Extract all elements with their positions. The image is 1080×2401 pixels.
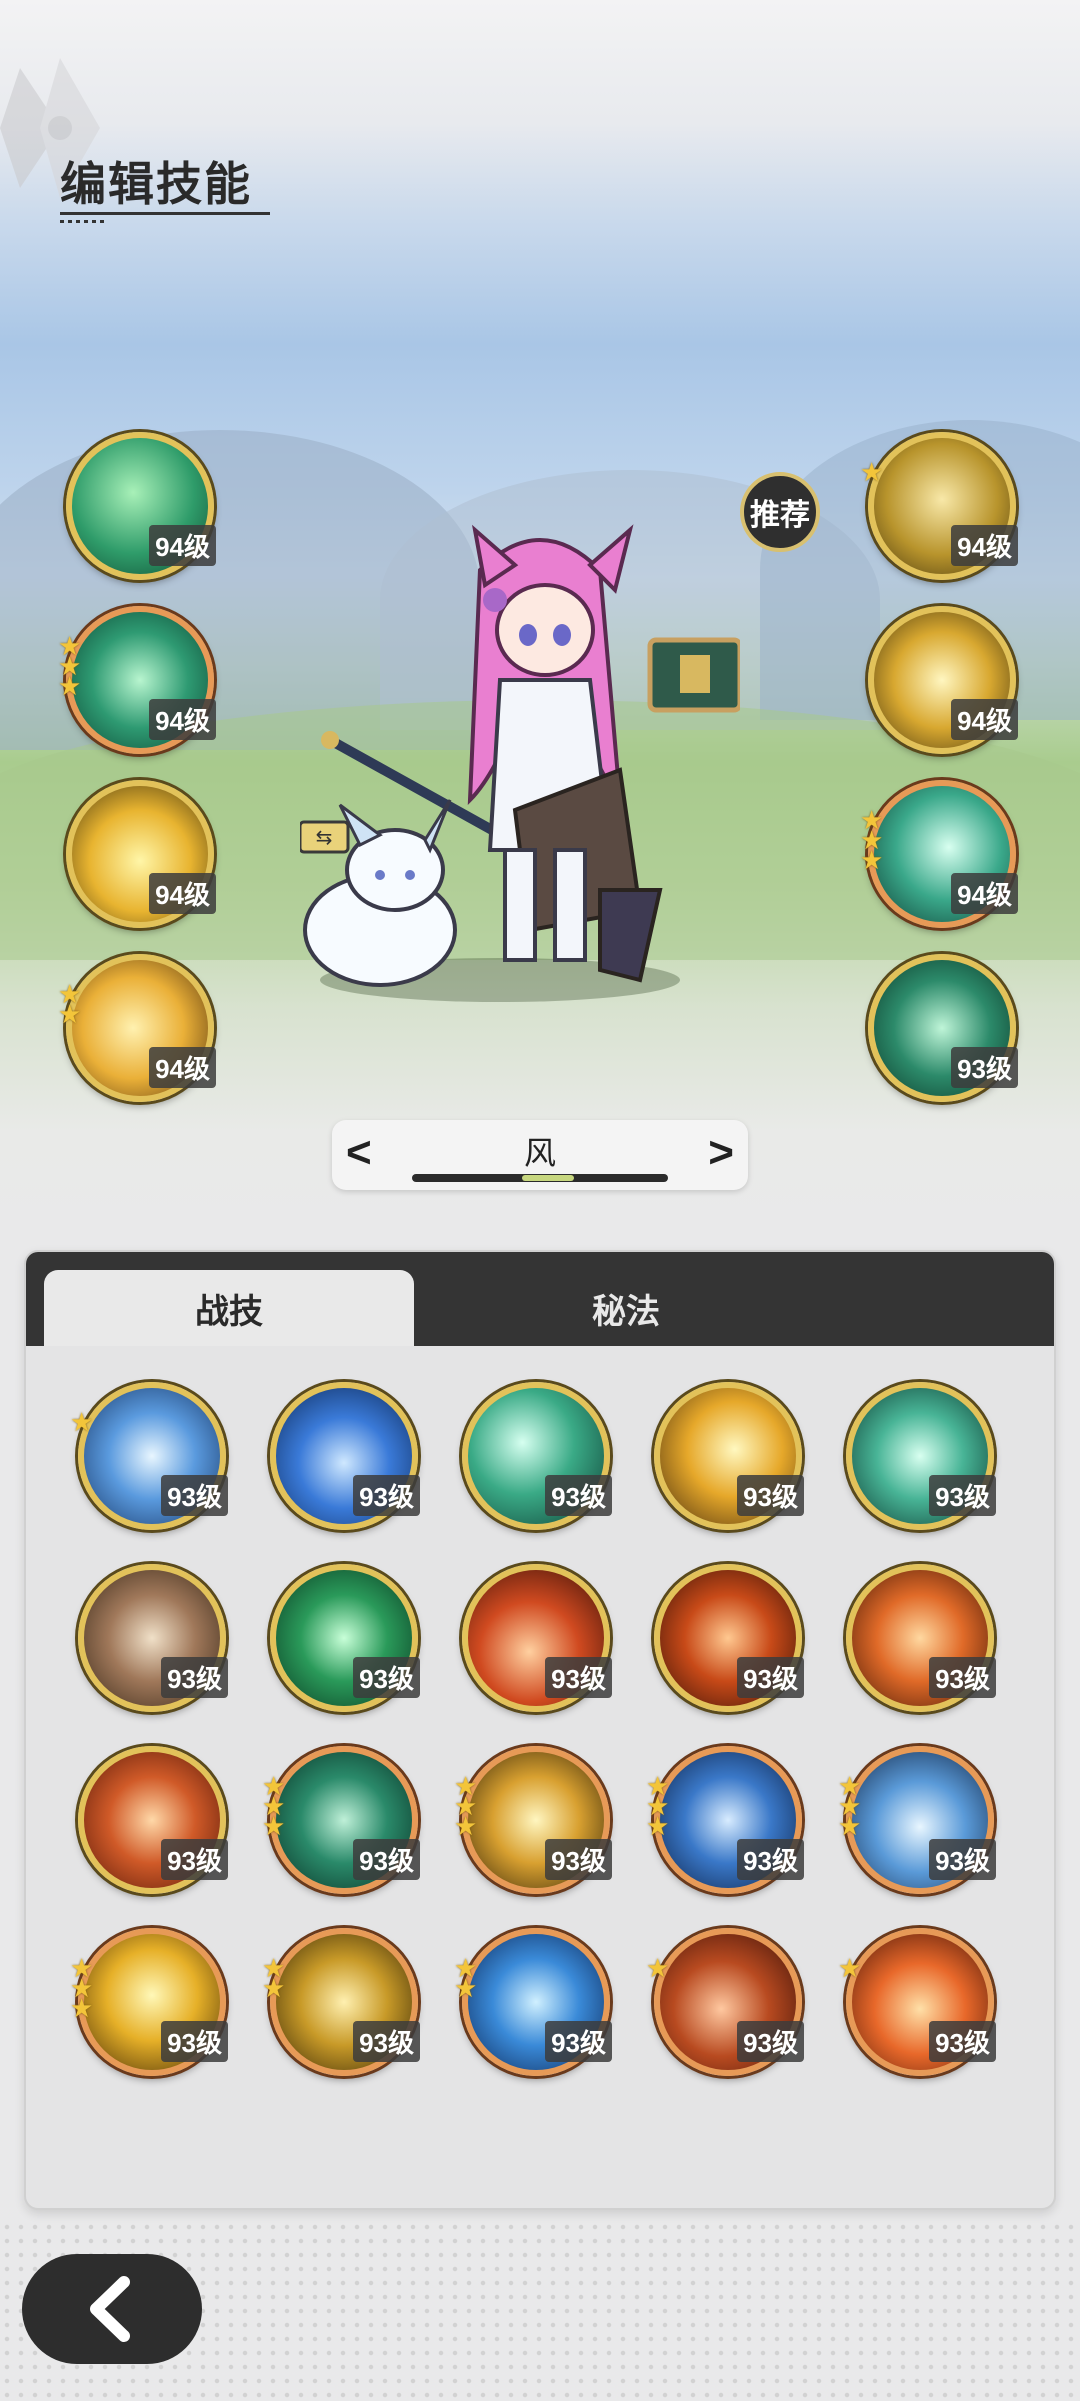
skill-level-badge: 93级 xyxy=(161,2021,228,2062)
skill-level-badge: 93级 xyxy=(737,1839,804,1880)
chevron-left-icon xyxy=(90,2276,130,2342)
skill-slot[interactable]: ★ 93级 xyxy=(70,1382,228,1530)
skill-level-badge: 93级 xyxy=(929,1657,996,1698)
skill-level-badge: 94级 xyxy=(951,525,1018,566)
skill-slot[interactable]: ★ ★ 93级 xyxy=(262,1928,420,2076)
skill-level-badge: 93级 xyxy=(545,1657,612,1698)
skill-level-badge: 93级 xyxy=(161,1475,228,1516)
skill-level-badge: 93级 xyxy=(737,2021,804,2062)
skill-slot[interactable]: ★ ★ ★ 93级 xyxy=(838,1746,996,1894)
skill-level-badge: 93级 xyxy=(161,1657,228,1698)
page-title: 编辑技能 xyxy=(60,158,252,210)
skill-level-badge: 93级 xyxy=(737,1475,804,1516)
star-rating: ★ ★ xyxy=(262,1953,286,2003)
star-rating: ★ ★ ★ xyxy=(58,631,82,701)
next-element-button[interactable]: > xyxy=(708,1128,734,1178)
skill-slot[interactable]: ★ 93级 xyxy=(646,1928,804,2076)
skill-slot[interactable]: 93级 xyxy=(462,1564,612,1712)
skill-slot[interactable]: 93级 xyxy=(654,1564,804,1712)
skill-level-badge: 93级 xyxy=(929,2021,996,2062)
skill-level-badge: 94级 xyxy=(951,699,1018,740)
star-rating: ★ ★ ★ xyxy=(262,1771,286,1841)
star-rating: ★ xyxy=(646,1953,670,1983)
skill-slot[interactable]: 93级 xyxy=(846,1564,996,1712)
equipped-skill-left-4[interactable]: ★ ★ 94级 xyxy=(58,954,216,1102)
skill-slot[interactable]: 93级 xyxy=(462,1382,612,1530)
star-rating: ★ ★ ★ xyxy=(70,1953,94,2023)
skill-level-badge: 93级 xyxy=(161,1839,228,1880)
skill-level-badge: 93级 xyxy=(353,1475,420,1516)
skill-level-badge: 94级 xyxy=(149,525,216,566)
equipped-skill-left-3[interactable]: 94级 xyxy=(66,780,216,928)
skill-slot[interactable]: 93级 xyxy=(270,1564,420,1712)
equipped-skill-right-4[interactable]: 93级 xyxy=(868,954,1018,1102)
star-rating: ★ ★ xyxy=(454,1953,478,2003)
skill-level-badge: 93级 xyxy=(929,1475,996,1516)
element-scroll-indicator xyxy=(522,1175,574,1181)
star-rating: ★ ★ ★ xyxy=(838,1771,862,1841)
equipped-skill-right-2[interactable]: 94级 xyxy=(868,606,1018,754)
title-underline xyxy=(60,212,270,215)
star-rating: ★ ★ ★ xyxy=(646,1771,670,1841)
star-rating: ★ ★ xyxy=(58,979,82,1029)
equipped-skill-left-2[interactable]: ★ ★ ★ 94级 xyxy=(58,606,216,754)
skill-level-badge: 93级 xyxy=(353,1839,420,1880)
skill-slot[interactable]: 93级 xyxy=(846,1382,996,1530)
equipped-skill-right-1[interactable]: ★ 94级 xyxy=(860,432,1018,580)
equipped-skill-right-3[interactable]: ★ ★ ★ 94级 xyxy=(860,780,1018,928)
skill-level-badge: 93级 xyxy=(353,1657,420,1698)
equipped-skill-left-1[interactable]: 94级 xyxy=(66,432,216,580)
tab-secret-arts[interactable]: 秘法 xyxy=(426,1270,826,1346)
tab-combat-skills[interactable]: 战技 xyxy=(44,1270,414,1346)
skill-level-badge: 93级 xyxy=(545,1839,612,1880)
skill-slot[interactable]: 93级 xyxy=(654,1382,804,1530)
skill-level-badge: 93级 xyxy=(951,1047,1018,1088)
recommend-badge[interactable]: 推荐 xyxy=(740,472,820,552)
star-rating: ★ xyxy=(70,1407,94,1437)
skill-slot[interactable]: ★ ★ ★ 93级 xyxy=(262,1746,420,1894)
element-scroll-bar xyxy=(412,1174,668,1182)
star-rating: ★ ★ ★ xyxy=(454,1771,478,1841)
skill-level-badge: 94级 xyxy=(149,873,216,914)
character-illustration: ⇆ xyxy=(300,524,740,1002)
star-rating: ★ ★ ★ xyxy=(860,805,884,875)
skill-slot[interactable]: ★ ★ ★ 93级 xyxy=(454,1746,612,1894)
skill-slot[interactable]: ★ ★ 93级 xyxy=(454,1928,612,2076)
element-selector: < 风 > xyxy=(332,1120,748,1190)
skill-slot[interactable]: ★ ★ ★ 93级 xyxy=(646,1746,804,1894)
skill-level-badge: 93级 xyxy=(545,1475,612,1516)
skill-tab-bar: 战技 秘法 xyxy=(26,1252,1054,1346)
skill-slot[interactable]: ★ ★ ★ 93级 xyxy=(70,1928,228,2076)
skill-slot[interactable]: 93级 xyxy=(78,1564,228,1712)
skill-level-badge: 93级 xyxy=(929,1839,996,1880)
skill-level-badge: 94级 xyxy=(951,873,1018,914)
skill-level-badge: 93级 xyxy=(545,2021,612,2062)
skill-slot[interactable]: 93级 xyxy=(270,1382,420,1530)
skill-level-badge: 93级 xyxy=(353,2021,420,2062)
skill-level-badge: 94级 xyxy=(149,1047,216,1088)
skill-slot[interactable]: 93级 xyxy=(78,1746,228,1894)
skill-level-badge: 94级 xyxy=(149,699,216,740)
star-rating: ★ xyxy=(860,457,884,487)
star-rating: ★ xyxy=(838,1953,862,1983)
svg-text:⇆: ⇆ xyxy=(316,825,333,849)
skill-level-badge: 93级 xyxy=(737,1657,804,1698)
back-button[interactable] xyxy=(22,2254,202,2364)
title-dots xyxy=(60,220,108,223)
element-name: 风 xyxy=(523,1135,556,1171)
skill-slot[interactable]: ★ 93级 xyxy=(838,1928,996,2076)
